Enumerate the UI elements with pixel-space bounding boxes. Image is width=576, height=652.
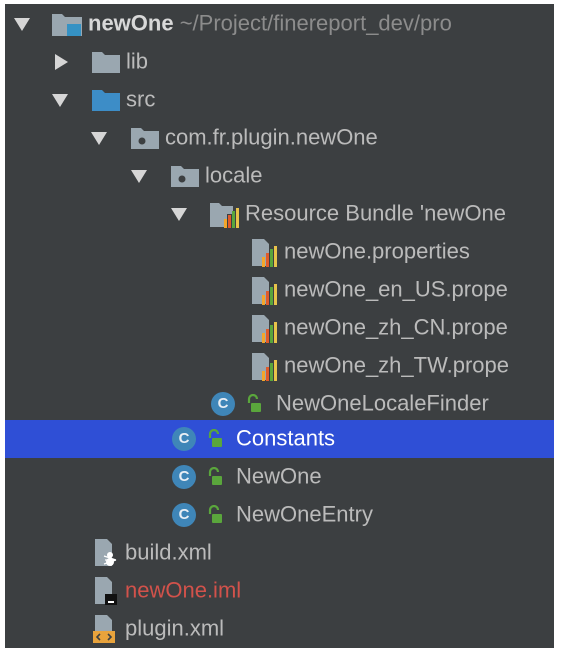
tree-row-label: NewOneLocaleFinder (276, 390, 489, 416)
tree-row-plugin-xml[interactable]: plugin.xml (5, 610, 554, 648)
package-icon (170, 164, 200, 194)
tree-row-label: newOne.iml (125, 577, 242, 603)
properties-file-icon (250, 238, 280, 274)
collapse-arrow-icon[interactable] (55, 54, 68, 70)
expand-arrow-icon[interactable] (131, 170, 147, 183)
tree-row-src[interactable]: src (5, 81, 554, 119)
class-icon: C (172, 503, 196, 527)
tree-row-label: newOne_zh_CN.prope (284, 314, 508, 340)
expand-arrow-icon[interactable] (171, 208, 187, 221)
expand-arrow-icon[interactable] (91, 132, 107, 145)
module-folder-icon (51, 11, 83, 43)
public-lock-icon (206, 466, 224, 493)
module-path: ~/Project/finereport_dev/pro (179, 10, 452, 36)
iml-file-icon (93, 576, 121, 612)
tree-row-properties-file[interactable]: newOne_zh_CN.prope (5, 309, 554, 347)
tree-row-label: plugin.xml (125, 615, 225, 641)
expand-arrow-icon[interactable] (14, 18, 30, 31)
tree-row-properties-file[interactable]: newOne.properties (5, 233, 554, 271)
source-folder-icon (91, 88, 121, 118)
class-icon: C (211, 392, 235, 416)
tree-row-package-root[interactable]: com.fr.plugin.newOne (5, 119, 554, 157)
folder-icon (91, 50, 121, 80)
public-lock-icon (206, 504, 224, 531)
tree-row-label: newOne.properties (284, 238, 470, 264)
tree-row-properties-file[interactable]: newOne_en_US.prope (5, 271, 554, 309)
properties-file-icon (250, 314, 280, 350)
tree-row-build-xml[interactable]: build.xml (5, 534, 554, 572)
public-lock-icon (206, 428, 224, 455)
tree-row-label: Constants (236, 425, 336, 451)
tree-row-resource-bundle[interactable]: Resource Bundle 'newOne (5, 195, 554, 233)
expand-arrow-icon[interactable] (52, 94, 68, 107)
class-icon: C (172, 465, 196, 489)
tree-row-lib[interactable]: lib (5, 43, 554, 81)
tree-row-class-newoneentry[interactable]: C NewOneEntry (5, 496, 554, 534)
tree-row-module-newone[interactable]: newOne ~/Project/finereport_dev/pro (5, 5, 554, 43)
ant-build-file-icon (93, 538, 121, 574)
tree-row-class-newonelocalefinder[interactable]: C NewOneLocaleFinder (5, 385, 554, 423)
project-tree-panel: newOne ~/Project/finereport_dev/pro lib … (5, 4, 554, 648)
tree-row-label: Resource Bundle 'newOne (245, 200, 507, 226)
tree-row-class-constants[interactable]: C Constants (5, 420, 554, 458)
package-icon (130, 126, 160, 156)
tree-row-label: locale (205, 162, 263, 188)
tree-row-label: NewOne (236, 463, 322, 489)
tree-row-class-newone[interactable]: C NewOne (5, 458, 554, 496)
xml-file-icon (93, 614, 121, 648)
tree-row-label: NewOneEntry (236, 501, 373, 527)
tree-row-label: build.xml (125, 539, 212, 565)
tree-row-label: com.fr.plugin.newOne (165, 124, 378, 150)
module-name: newOne ~/Project/finereport_dev/pro (88, 10, 452, 36)
tree-row-label: newOne_zh_TW.prope (284, 352, 510, 378)
tree-row-iml-file[interactable]: newOne.iml (5, 572, 554, 610)
properties-file-icon (250, 352, 280, 388)
public-lock-icon (245, 393, 263, 420)
tree-row-label: lib (126, 48, 149, 74)
class-icon: C (172, 427, 196, 451)
resource-bundle-icon (209, 201, 241, 235)
tree-row-label: newOne_en_US.prope (284, 276, 508, 302)
tree-row-properties-file[interactable]: newOne_zh_TW.prope (5, 347, 554, 385)
tree-row-label: src (126, 86, 156, 112)
properties-file-icon (250, 276, 280, 312)
tree-row-locale[interactable]: locale (5, 157, 554, 195)
